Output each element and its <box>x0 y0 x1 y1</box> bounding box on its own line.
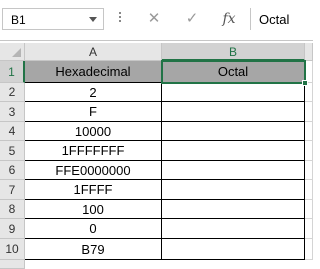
cell-empty[interactable] <box>305 239 313 260</box>
drag-handle-icon[interactable] <box>119 12 122 26</box>
name-box-value: B1 <box>11 13 26 27</box>
cell-empty[interactable] <box>305 141 313 161</box>
column-header-b[interactable]: B <box>162 43 305 61</box>
chevron-down-icon[interactable] <box>89 17 97 22</box>
cell-hex-value[interactable]: 10000 <box>25 122 162 141</box>
fill-handle[interactable] <box>302 80 308 86</box>
cell-empty[interactable] <box>305 161 313 180</box>
cell-hex-value[interactable]: FFE0000000 <box>25 161 162 180</box>
cell-empty[interactable] <box>305 102 313 122</box>
row-header[interactable]: 2 <box>0 83 25 102</box>
formula-input[interactable]: Octal <box>250 8 313 30</box>
cell-octal-value[interactable] <box>162 239 305 260</box>
cell-octal-value[interactable] <box>162 141 305 161</box>
cell-empty[interactable] <box>305 219 313 239</box>
cell-empty[interactable] <box>305 200 313 219</box>
enter-button[interactable]: ✓ <box>178 8 206 30</box>
name-box[interactable]: B1 <box>2 8 104 30</box>
cell-octal-value[interactable] <box>162 102 305 122</box>
row-header[interactable]: 9 <box>0 219 25 239</box>
row-header[interactable]: 6 <box>0 161 25 180</box>
row-header[interactable]: 5 <box>0 141 25 161</box>
cell-hex-value[interactable]: B79 <box>25 239 162 260</box>
cell-octal-value[interactable] <box>162 200 305 219</box>
select-all-button[interactable] <box>0 43 25 61</box>
formula-bar: B1 ✕ ✓ fx Octal <box>0 0 313 41</box>
cell-octal-value[interactable] <box>162 83 305 102</box>
cell-octal-value[interactable] <box>162 219 305 239</box>
row-header[interactable]: 8 <box>0 200 25 219</box>
insert-function-button[interactable]: fx <box>215 8 243 30</box>
cell-hex-value[interactable]: 1FFFF <box>25 180 162 200</box>
row-header[interactable] <box>0 260 25 269</box>
header-cell-octal[interactable]: Octal <box>162 61 305 83</box>
formula-value: Octal <box>259 12 290 27</box>
cell-hex-value[interactable]: 0 <box>25 219 162 239</box>
row-header[interactable]: 10 <box>0 239 25 260</box>
column-header-c[interactable] <box>305 43 313 61</box>
cell-octal-value[interactable] <box>162 122 305 141</box>
function-icon: fx <box>222 11 236 27</box>
close-icon: ✕ <box>147 10 161 27</box>
cell-hex-value[interactable]: 100 <box>25 200 162 219</box>
row-header[interactable]: 4 <box>0 122 25 141</box>
cell-hex-value[interactable]: 1FFFFFFF <box>25 141 162 161</box>
cell-octal-value[interactable] <box>162 161 305 180</box>
cell-octal-value[interactable] <box>162 180 305 200</box>
cancel-button[interactable]: ✕ <box>140 8 168 30</box>
cell-empty[interactable] <box>305 122 313 141</box>
checkmark-icon: ✓ <box>185 10 199 27</box>
row-header[interactable]: 3 <box>0 102 25 122</box>
cell-hex-value[interactable]: 2 <box>25 83 162 102</box>
cell-empty[interactable] <box>305 180 313 200</box>
header-cell-hexadecimal[interactable]: Hexadecimal <box>25 61 162 83</box>
row-header[interactable]: 1 <box>0 61 25 83</box>
cell-hex-value[interactable]: F <box>25 102 162 122</box>
column-header-a[interactable]: A <box>25 43 162 61</box>
row-header[interactable]: 7 <box>0 180 25 200</box>
select-all-triangle-icon <box>12 48 21 57</box>
